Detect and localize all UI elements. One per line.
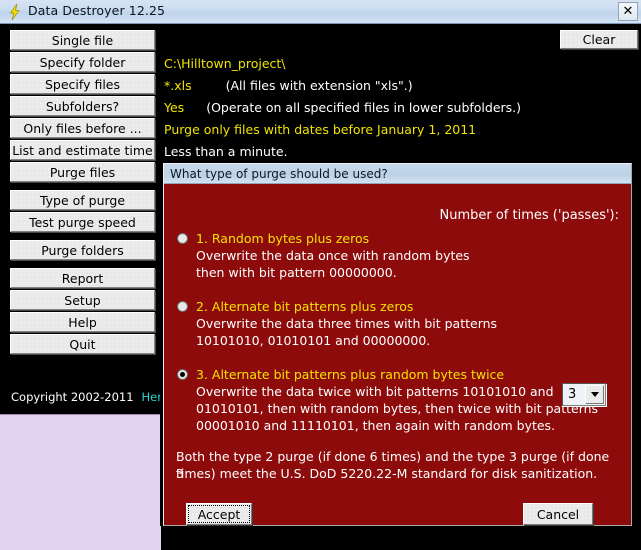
- window-title: Data Destroyer 12.25: [28, 3, 166, 18]
- sidebar-bottom-strip: [0, 414, 161, 550]
- dialog-body: Number of times ('passes'): 1. Random by…: [164, 185, 631, 525]
- info-file-mask: *.xls (All files with extension "xls".): [164, 78, 413, 93]
- file-mask-value: *.xls: [164, 78, 192, 93]
- purge-option-2[interactable]: 2. Alternate bit patterns plus zeros Ove…: [176, 299, 616, 349]
- info-time-estimate: Less than a minute.: [164, 144, 288, 159]
- purge-option-1-line-2: then with bit pattern 00000000.: [196, 265, 397, 280]
- sidebar-item-specify-folder[interactable]: Specify folder: [10, 52, 155, 72]
- purge-option-2-header[interactable]: 2. Alternate bit patterns plus zeros: [176, 299, 616, 315]
- sidebar-item-specify-files[interactable]: Specify files: [10, 74, 155, 94]
- passes-label: Number of times ('passes'):: [439, 208, 620, 223]
- file-mask-note: (All files with extension "xls".): [225, 78, 413, 93]
- purge-option-1[interactable]: 1. Random bytes plus zeros Overwrite the…: [176, 231, 616, 281]
- accept-button[interactable]: Accept: [186, 503, 252, 525]
- purge-option-1-label: 1. Random bytes plus zeros: [196, 231, 370, 246]
- purge-option-1-header[interactable]: 1. Random bytes plus zeros: [176, 231, 616, 247]
- dialog-title: What type of purge should be used?: [164, 164, 631, 184]
- close-icon[interactable]: ✕: [618, 2, 638, 21]
- passes-dropdown[interactable]: 3: [562, 383, 606, 406]
- passes-value: 3: [568, 387, 577, 402]
- copyright-text: Copyright 2002-2011: [11, 390, 134, 404]
- info-folder-path: C:\Hilltown_project\: [164, 56, 286, 71]
- dod-note-line-2: times) meet the U.S. DoD 5220.22-M stand…: [176, 466, 598, 481]
- info-subfolders: Yes (Operate on all specified files in lo…: [164, 100, 521, 115]
- sidebar-item-help[interactable]: Help: [10, 312, 155, 332]
- sidebar-item-purge-files[interactable]: Purge files: [10, 162, 155, 182]
- sidebar-item-report[interactable]: Report: [10, 268, 155, 288]
- purge-option-3-line-3: 00001010 and 11110101, then again with r…: [196, 418, 556, 433]
- sidebar-item-setup[interactable]: Setup: [10, 290, 155, 310]
- lightning-bolt-icon: [6, 3, 24, 21]
- sidebar-item-purge-folders[interactable]: Purge folders: [10, 240, 155, 260]
- radio-option-3[interactable]: [177, 369, 188, 380]
- purge-option-2-label: 2. Alternate bit patterns plus zeros: [196, 299, 414, 314]
- radio-option-1[interactable]: [177, 233, 188, 244]
- radio-option-2[interactable]: [177, 301, 188, 312]
- sidebar: Single file Specify folder Specify files…: [0, 24, 194, 550]
- subfolders-note: (Operate on all specified files in lower…: [206, 100, 522, 115]
- purge-option-3-label: 3. Alternate bit patterns plus random by…: [196, 367, 505, 382]
- clear-button[interactable]: Clear: [560, 30, 638, 49]
- purge-option-1-line-1: Overwrite the data once with random byte…: [196, 248, 470, 263]
- sidebar-item-test-purge-speed[interactable]: Test purge speed: [10, 212, 155, 232]
- sidebar-item-quit[interactable]: Quit: [10, 334, 155, 354]
- purge-option-2-line-2: 10101010, 01010101 and 00000000.: [196, 333, 431, 348]
- info-date-filter: Purge only files with dates before Janua…: [164, 122, 477, 137]
- purge-option-3-header[interactable]: 3. Alternate bit patterns plus random by…: [176, 367, 616, 383]
- purge-option-2-line-1: Overwrite the data three times with bit …: [196, 316, 498, 331]
- sidebar-item-single-file[interactable]: Single file: [10, 30, 155, 50]
- sidebar-item-type-of-purge[interactable]: Type of purge: [10, 190, 155, 210]
- purge-option-3-line-2: 01010101, then with random bytes, then t…: [196, 401, 599, 416]
- cancel-button[interactable]: Cancel: [523, 503, 593, 525]
- application-window: Data Destroyer 12.25 ✕ Single file Speci…: [0, 0, 641, 550]
- sidebar-item-subfolders[interactable]: Subfolders?: [10, 96, 155, 116]
- sidebar-item-only-files-before[interactable]: Only files before ...: [10, 118, 155, 138]
- folder-path-value: C:\Hilltown_project\: [164, 56, 286, 71]
- purge-option-3[interactable]: 3. Alternate bit patterns plus random by…: [176, 367, 616, 434]
- purge-option-3-line-1: Overwrite the data twice with bit patter…: [196, 384, 554, 399]
- chevron-down-icon[interactable]: [585, 385, 604, 404]
- title-bar: Data Destroyer 12.25 ✕: [0, 0, 641, 24]
- sidebar-item-list-estimate-time[interactable]: List and estimate time: [10, 140, 155, 160]
- purge-type-dialog: What type of purge should be used? Numbe…: [163, 163, 632, 526]
- subfolders-value: Yes: [164, 100, 185, 115]
